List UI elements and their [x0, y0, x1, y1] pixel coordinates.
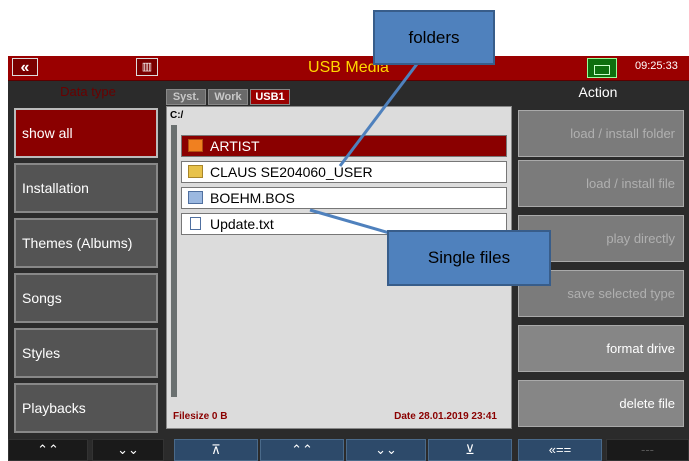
scrollbar[interactable]: [171, 125, 177, 397]
current-path: C:/: [170, 110, 184, 121]
delete-file-button[interactable]: delete file: [518, 380, 684, 427]
single-files-callout: Single files: [387, 230, 551, 286]
data-type-installation[interactable]: Installation: [14, 163, 158, 213]
data-type-themes[interactable]: Themes (Albums): [14, 218, 158, 268]
scroll-top-button[interactable]: ⊼: [174, 439, 258, 461]
item-name: BOEHM.BOS: [210, 190, 295, 206]
data-type-playbacks[interactable]: Playbacks: [14, 383, 158, 433]
data-type-label: show all: [22, 125, 73, 141]
folder-red-icon: [188, 139, 203, 152]
text-file-icon: [190, 217, 201, 230]
tab-system[interactable]: Syst.: [166, 89, 206, 105]
data-type-header: Data type: [60, 84, 116, 99]
tab-usb1[interactable]: USB1: [250, 89, 290, 105]
tab-work[interactable]: Work: [208, 89, 248, 105]
scroll-bottom-button[interactable]: ⊻: [428, 439, 512, 461]
empty-slot-button: ---: [606, 439, 689, 461]
load-install-file-button[interactable]: load / install file: [518, 160, 684, 207]
clock: 09:25:33: [635, 60, 678, 72]
action-header: Action: [578, 84, 618, 100]
data-type-label: Playbacks: [22, 400, 86, 416]
usb-status-icon[interactable]: [587, 58, 617, 78]
back-to-parent-button[interactable]: «==: [518, 439, 602, 461]
data-type-label: Installation: [22, 180, 89, 196]
format-drive-button[interactable]: format drive: [518, 325, 684, 372]
page-up-button[interactable]: ⌃⌃: [260, 439, 344, 461]
data-type-label: Themes (Albums): [22, 235, 133, 251]
data-type-label: Styles: [22, 345, 61, 361]
page-down-left-button[interactable]: ⌄⌄: [92, 439, 164, 461]
device-screen: « ▥ USB Media 09:25:33 Data type Action …: [8, 56, 689, 461]
page-down-button[interactable]: ⌄⌄: [346, 439, 426, 461]
bos-file-icon: [188, 191, 203, 204]
page-up-left-button[interactable]: ⌃⌃: [8, 439, 88, 461]
top-bar: « ▥ USB Media 09:25:33: [8, 56, 689, 81]
item-name: Update.txt: [210, 216, 274, 232]
list-item[interactable]: CLAUS SE204060_USER: [181, 161, 507, 183]
date-label: Date 28.01.2019 23:41: [394, 411, 497, 422]
item-name: CLAUS SE204060_USER: [210, 164, 373, 180]
folders-callout: folders: [373, 10, 495, 65]
data-type-songs[interactable]: Songs: [14, 273, 158, 323]
load-install-folder-button[interactable]: load / install folder: [518, 110, 684, 157]
folder-icon: [188, 165, 203, 178]
data-type-styles[interactable]: Styles: [14, 328, 158, 378]
list-item[interactable]: ARTIST: [181, 135, 507, 157]
filesize-label: Filesize 0 B: [173, 411, 228, 422]
data-type-show-all[interactable]: show all: [14, 108, 158, 158]
data-type-label: Songs: [22, 290, 62, 306]
list-item[interactable]: BOEHM.BOS: [181, 187, 507, 209]
item-name: ARTIST: [210, 138, 260, 154]
bottom-bar: ⌃⌃ ⌄⌄ ⊼ ⌃⌃ ⌄⌄ ⊻ «== ---: [8, 439, 689, 461]
